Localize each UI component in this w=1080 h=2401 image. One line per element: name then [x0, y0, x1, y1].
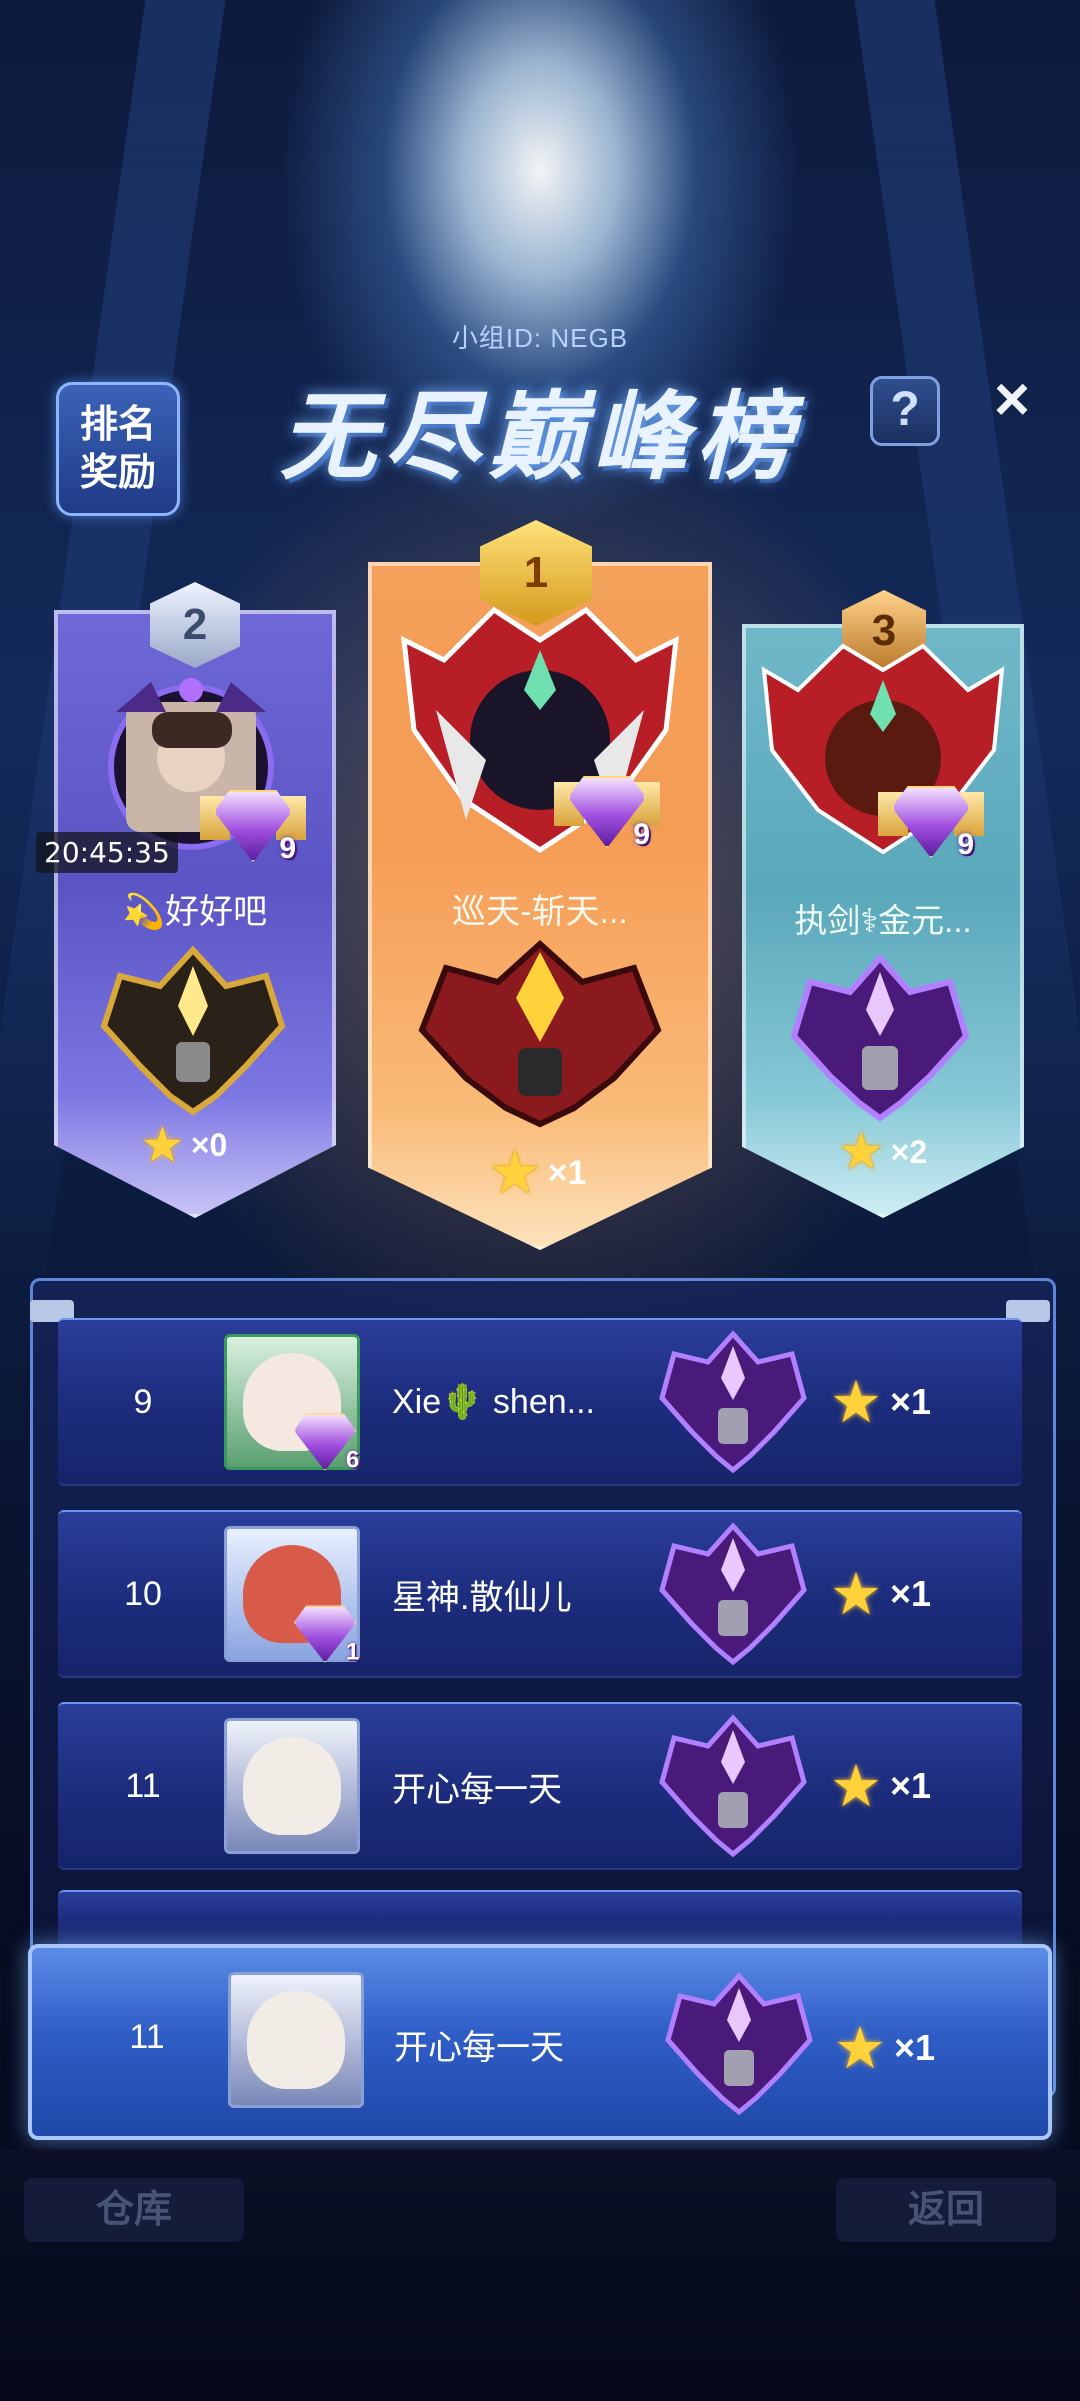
tier-badge-icon: 9 [878, 786, 984, 861]
avatar[interactable] [224, 1718, 360, 1854]
list-item[interactable]: 11 开心每一天 ★ ×1 [58, 1702, 1022, 1870]
rank-reward-label-2: 奖励 [79, 452, 156, 494]
list-item[interactable] [58, 1890, 1022, 1950]
player-name: 开心每一天 [394, 2029, 564, 2067]
help-icon[interactable]: ? [870, 376, 940, 446]
gold-armor-icon [100, 946, 286, 1116]
tier-badge-icon: 9 [554, 776, 660, 851]
purple-armor-icon [659, 1330, 807, 1474]
star-icon: ★ [140, 1117, 185, 1173]
star-icon: ★ [830, 1370, 882, 1435]
rank-number: 11 [125, 1766, 161, 1805]
star-icon: ★ [838, 1123, 885, 1181]
player-name: 星神.散仙儿 [392, 1578, 572, 1617]
player-name: 开心每一天 [392, 1770, 562, 1809]
close-icon[interactable]: × [982, 369, 1042, 431]
star-icon: ★ [830, 1754, 882, 1819]
rank-reward-label-1: 排名 [79, 404, 156, 446]
star-count: ★ ×1 [830, 1562, 932, 1627]
avatar[interactable] [228, 1972, 364, 2108]
player-name-2: 💫好好吧 [122, 893, 268, 931]
star-icon: ★ [488, 1139, 542, 1206]
star-count-1: ★ ×1 [488, 1139, 587, 1206]
star-count: ★ ×1 [830, 1370, 932, 1435]
purple-armor-icon [659, 1522, 807, 1666]
star-count-2: ★ ×0 [140, 1117, 228, 1173]
rank-number: 10 [124, 1574, 162, 1613]
star-count: ★ ×1 [834, 2016, 936, 2081]
player-name: Xie🌵 shen... [392, 1383, 595, 1421]
warehouse-button[interactable]: 仓库 [24, 2178, 244, 2242]
red-gold-armor-icon [418, 939, 662, 1128]
star-icon: ★ [830, 1562, 882, 1627]
timestamp: 20:45:35 [36, 832, 178, 873]
group-id: 小组ID: NEGB [451, 323, 629, 353]
rank-reward-button[interactable]: 排名 奖励 [56, 382, 180, 516]
player-name-1: 巡天-斩天... [452, 893, 628, 931]
star-count-3: ★ ×2 [838, 1123, 928, 1181]
list-item[interactable]: 9 6 Xie🌵 shen... ★ ×1 [58, 1318, 1022, 1486]
list-item[interactable]: 10 1 星神.散仙儿 ★ ×1 [58, 1510, 1022, 1678]
player-name-3: 执剑⚕金元... [794, 902, 972, 939]
purple-armor-icon [659, 1714, 807, 1858]
self-rank-row[interactable]: 11 开心每一天 ★ ×1 [28, 1944, 1052, 2140]
star-count: ★ ×1 [830, 1754, 932, 1819]
rank-number: 11 [129, 2018, 165, 2056]
purple-armor-icon [790, 953, 970, 1122]
tier-badge-icon: 6 [293, 1413, 359, 1473]
tier-badge-icon: 9 [200, 790, 306, 865]
rank-number: 9 [133, 1382, 153, 1421]
back-button[interactable]: 返回 [836, 2178, 1056, 2242]
star-icon: ★ [834, 2016, 886, 2081]
tier-badge-icon: 1 [293, 1605, 359, 1665]
purple-armor-icon [665, 1972, 813, 2116]
